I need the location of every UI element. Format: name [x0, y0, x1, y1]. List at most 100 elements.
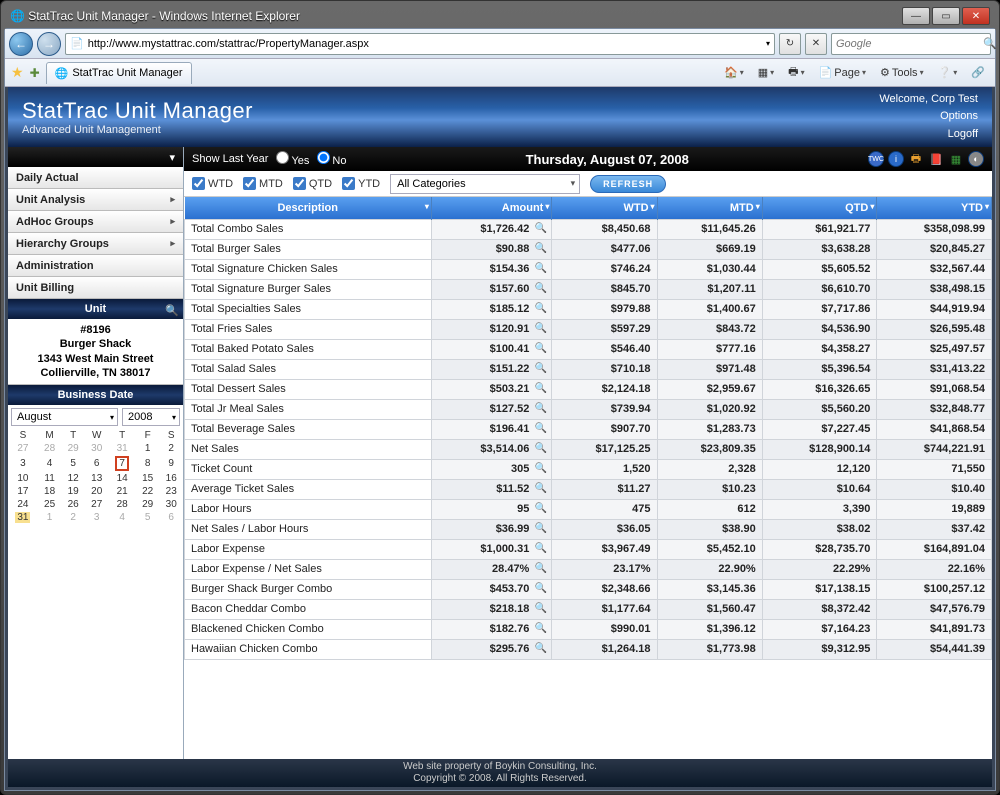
calendar-day[interactable]: 29: [61, 442, 85, 455]
url-input[interactable]: [88, 38, 762, 50]
drill-icon[interactable]: 🔍: [535, 383, 547, 394]
drill-icon[interactable]: 🔍: [535, 643, 547, 654]
calendar-day[interactable]: 27: [85, 498, 109, 511]
sidebar-item-5[interactable]: Unit Billing: [8, 277, 183, 299]
drill-icon[interactable]: 🔍: [535, 243, 547, 254]
col-header[interactable]: Amount▾: [431, 197, 551, 219]
sidebar-item-2[interactable]: AdHoc Groups▸: [8, 211, 183, 233]
calendar-day[interactable]: 11: [38, 472, 62, 485]
calendar-day[interactable]: 2: [61, 511, 85, 524]
drill-icon[interactable]: 🔍: [535, 483, 547, 494]
print-report-icon[interactable]: 🖶: [908, 151, 924, 167]
drill-icon[interactable]: 🔍: [535, 343, 547, 354]
stop-button[interactable]: ✕: [805, 33, 827, 55]
calendar-day[interactable]: 17: [8, 485, 38, 498]
calendar-day[interactable]: 21: [108, 485, 135, 498]
sidebar-item-1[interactable]: Unit Analysis▸: [8, 189, 183, 211]
drill-icon[interactable]: 🔍: [535, 523, 547, 534]
calendar-day[interactable]: 3: [8, 455, 38, 472]
maximize-button[interactable]: ▭: [932, 7, 960, 25]
tools-menu[interactable]: ⚙Tools▾: [876, 64, 928, 81]
col-header[interactable]: WTD▾: [552, 197, 657, 219]
calendar-day[interactable]: 12: [61, 472, 85, 485]
col-header[interactable]: MTD▾: [657, 197, 762, 219]
col-header[interactable]: YTD▾: [877, 197, 992, 219]
drill-icon[interactable]: 🔍: [535, 303, 547, 314]
drill-icon[interactable]: 🔍: [535, 403, 547, 414]
feeds-menu[interactable]: ▦▾: [754, 64, 778, 81]
calendar-day[interactable]: 18: [38, 485, 62, 498]
links-button[interactable]: 🔗: [967, 64, 989, 81]
info-icon[interactable]: i: [888, 151, 904, 167]
minimize-button[interactable]: —: [902, 7, 930, 25]
sidebar-item-3[interactable]: Hierarchy Groups▸: [8, 233, 183, 255]
drill-icon[interactable]: 🔍: [535, 543, 547, 554]
calendar-day[interactable]: 28: [108, 498, 135, 511]
more-icon[interactable]: ◐: [968, 151, 984, 167]
address-bar[interactable]: 📄 ▾: [65, 33, 775, 55]
print-menu[interactable]: 🖶▾: [784, 61, 808, 84]
col-header[interactable]: QTD▾: [762, 197, 877, 219]
qtd-checkbox[interactable]: QTD: [293, 177, 332, 190]
excel-icon[interactable]: ▦: [948, 151, 964, 167]
calendar-day[interactable]: 5: [136, 511, 160, 524]
sidebar-item-4[interactable]: Administration: [8, 255, 183, 277]
calendar-day[interactable]: 20: [85, 485, 109, 498]
calendar-day[interactable]: 29: [136, 498, 160, 511]
calendar-day[interactable]: 3: [85, 511, 109, 524]
calendar-day[interactable]: 23: [159, 485, 183, 498]
calendar-day[interactable]: 27: [8, 442, 38, 455]
pdf-icon[interactable]: 📕: [928, 151, 944, 167]
calendar-day[interactable]: 26: [61, 498, 85, 511]
calendar-day[interactable]: 28: [38, 442, 62, 455]
calendar-day[interactable]: 6: [85, 455, 109, 472]
drill-icon[interactable]: 🔍: [535, 323, 547, 334]
cal-month-select[interactable]: August: [11, 408, 118, 426]
wtd-checkbox[interactable]: WTD: [192, 177, 233, 190]
home-menu[interactable]: 🏠▾: [720, 64, 748, 81]
favorites-icon[interactable]: ★: [11, 64, 24, 81]
calendar-day[interactable]: 30: [159, 498, 183, 511]
search-icon[interactable]: 🔍: [983, 37, 997, 50]
search-box[interactable]: 🔍: [831, 33, 991, 55]
drill-icon[interactable]: 🔍: [535, 603, 547, 614]
sidebar-dropdown[interactable]: ▾: [8, 147, 183, 167]
mtd-checkbox[interactable]: MTD: [243, 177, 283, 190]
calendar-day[interactable]: 5: [61, 455, 85, 472]
calendar-day[interactable]: 2: [159, 442, 183, 455]
calendar-day[interactable]: 10: [8, 472, 38, 485]
ytd-checkbox[interactable]: YTD: [342, 177, 380, 190]
help-menu[interactable]: ❔▾: [934, 64, 962, 81]
calendar-day[interactable]: 19: [61, 485, 85, 498]
browser-tab[interactable]: 🌐 StatTrac Unit Manager: [46, 62, 192, 84]
drill-icon[interactable]: 🔍: [535, 443, 547, 454]
cal-year-select[interactable]: 2008: [122, 408, 180, 426]
category-select[interactable]: All Categories: [390, 174, 580, 194]
drill-icon[interactable]: 🔍: [535, 223, 547, 234]
drill-icon[interactable]: 🔍: [535, 283, 547, 294]
calendar-day[interactable]: 7: [108, 455, 135, 472]
calendar-day[interactable]: 31: [8, 511, 38, 524]
close-button[interactable]: ✕: [962, 7, 990, 25]
back-button[interactable]: ←: [9, 32, 33, 56]
drill-icon[interactable]: 🔍: [535, 503, 547, 514]
add-favorite-icon[interactable]: ✚: [30, 66, 40, 80]
calendar-day[interactable]: 1: [38, 511, 62, 524]
calendar-day[interactable]: 9: [159, 455, 183, 472]
twc-icon[interactable]: TWC: [868, 151, 884, 167]
calendar-day[interactable]: 30: [85, 442, 109, 455]
calendar-day[interactable]: 6: [159, 511, 183, 524]
calendar[interactable]: SMTWTFS272829303112345678910111213141516…: [8, 429, 183, 524]
calendar-day[interactable]: 8: [136, 455, 160, 472]
sly-no[interactable]: No: [313, 151, 346, 167]
calendar-day[interactable]: 15: [136, 472, 160, 485]
calendar-day[interactable]: 22: [136, 485, 160, 498]
calendar-day[interactable]: 1: [136, 442, 160, 455]
calendar-day[interactable]: 4: [38, 455, 62, 472]
options-link[interactable]: Options: [879, 108, 978, 126]
drill-icon[interactable]: 🔍: [535, 623, 547, 634]
drill-icon[interactable]: 🔍: [535, 423, 547, 434]
refresh-button[interactable]: ↻: [779, 33, 801, 55]
drill-icon[interactable]: 🔍: [535, 563, 547, 574]
logoff-link[interactable]: Logoff: [879, 126, 978, 144]
